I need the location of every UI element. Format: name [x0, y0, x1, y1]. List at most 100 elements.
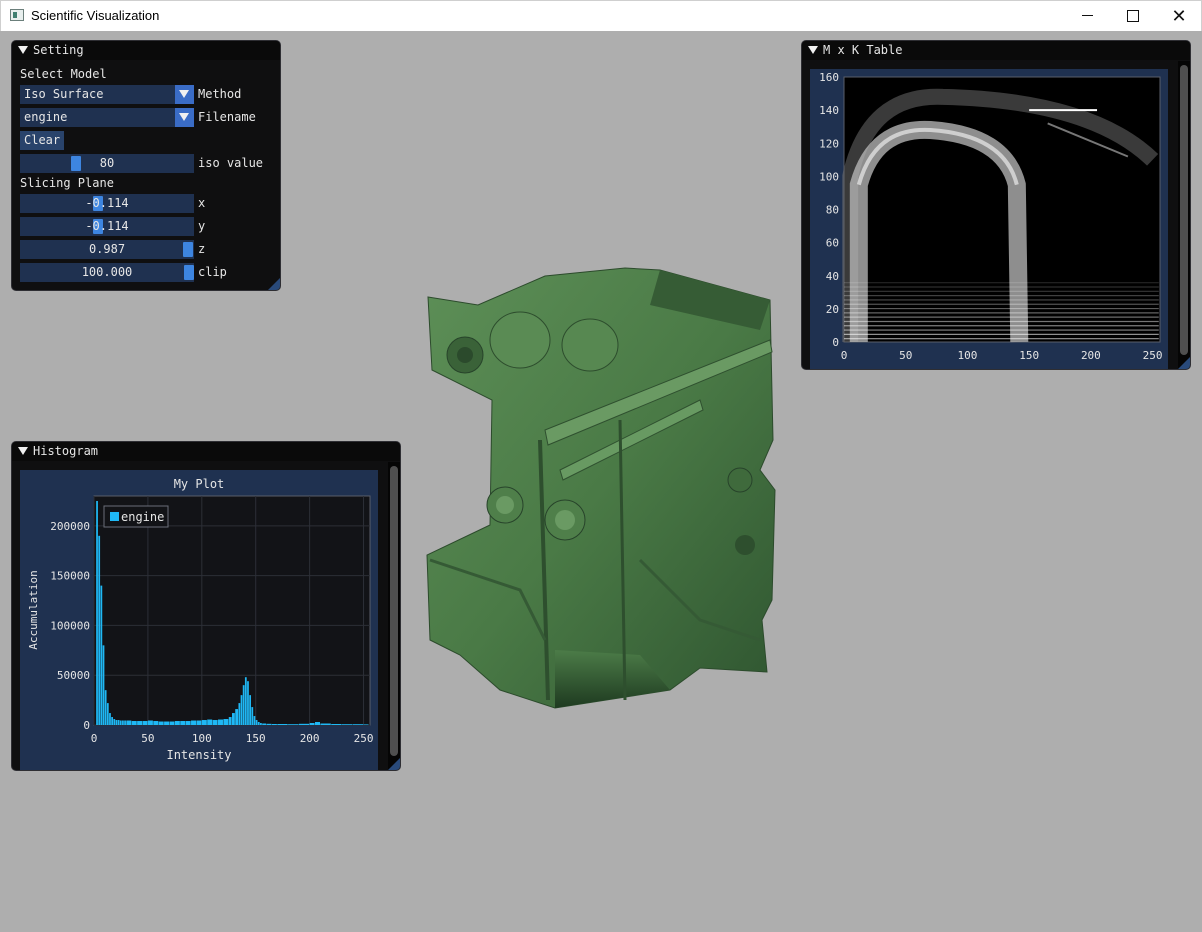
mk-table-scroll-thumb[interactable]	[1180, 65, 1188, 355]
histogram-bar	[247, 681, 249, 725]
histogram-bar	[223, 719, 229, 725]
mk-table-window-titlebar[interactable]: M x K Table	[802, 41, 1190, 60]
histogram-bar	[185, 721, 191, 725]
histogram-bar	[96, 500, 98, 725]
setting-window[interactable]: Setting Select Model Iso Surface Method …	[11, 40, 281, 291]
y-tick-label: 200000	[50, 520, 90, 533]
filename-combo[interactable]: engine	[20, 108, 194, 127]
histogram-bar	[113, 719, 116, 725]
histogram-bar	[117, 720, 120, 725]
method-combo[interactable]: Iso Surface	[20, 85, 194, 104]
histogram-bar	[100, 585, 103, 725]
clip-label: clip	[198, 265, 227, 279]
minimize-button[interactable]	[1064, 1, 1110, 31]
mk-table-window[interactable]: M x K Table 0 50 100 150 200 250 0 20 40 60 80 100 1…	[801, 40, 1191, 370]
filename-label: Filename	[198, 110, 256, 124]
x-tick-label: 100	[192, 732, 212, 745]
histogram-bar	[109, 713, 111, 725]
histogram-scroll-thumb[interactable]	[390, 466, 398, 756]
collapse-arrow-icon[interactable]	[18, 45, 28, 54]
histogram-scrollbar[interactable]	[388, 462, 400, 770]
resize-grip[interactable]	[268, 278, 280, 290]
y-tick-label: 120	[819, 137, 839, 150]
histogram-bar	[147, 720, 153, 725]
histogram-bar	[124, 720, 126, 725]
slice-x-slider[interactable]: -0.114	[20, 194, 194, 213]
histogram-bar	[131, 721, 137, 725]
histogram-bar	[277, 724, 288, 725]
histogram-bar	[363, 724, 369, 725]
iso-value-slider[interactable]: 80	[20, 154, 194, 173]
close-button[interactable]: ✕	[1156, 1, 1202, 31]
histogram-bar	[266, 723, 272, 725]
y-tick-label: 80	[826, 204, 839, 217]
select-model-label: Select Model	[20, 67, 107, 81]
slice-y-label: y	[198, 219, 206, 233]
histogram-bar	[262, 723, 267, 725]
x-tick-label: 100	[958, 349, 978, 362]
x-tick-label: 50	[141, 732, 154, 745]
x-tick-label: 0	[91, 732, 98, 745]
x-tick-label: 0	[841, 349, 848, 362]
setting-window-title: Setting	[33, 43, 84, 57]
slice-z-slider[interactable]: 0.987	[20, 240, 194, 259]
histogram-window[interactable]: Histogram My Plot Intensity Accumulation…	[11, 441, 401, 771]
method-combo-arrow[interactable]	[175, 85, 194, 104]
clip-value: 100.000	[81, 265, 133, 279]
mk-table-plot[interactable]: 0 50 100 150 200 250 0 20 40 60 80 100 120 140 160	[810, 69, 1168, 369]
filename-combo-value: engine	[24, 110, 68, 124]
histogram-bar	[122, 720, 124, 725]
chevron-down-icon	[179, 113, 189, 121]
histogram-bar	[244, 677, 247, 725]
method-combo-value: Iso Surface	[24, 87, 104, 101]
clear-button[interactable]: Clear	[20, 131, 65, 150]
histogram-bar	[174, 721, 180, 725]
histogram-bar	[257, 722, 260, 725]
chevron-down-icon	[179, 90, 189, 98]
collapse-arrow-icon[interactable]	[808, 45, 818, 54]
histogram-bar	[158, 721, 164, 725]
histogram-bar	[142, 721, 148, 725]
histogram-bar	[212, 720, 218, 725]
window-title: Scientific Visualization	[31, 8, 160, 23]
histogram-bar	[352, 724, 364, 725]
histogram-bar	[106, 703, 109, 725]
maximize-button[interactable]	[1110, 1, 1156, 31]
histogram-bar	[102, 645, 105, 725]
histogram-bar	[164, 721, 170, 725]
histogram-bar	[196, 720, 202, 725]
slice-y-slider[interactable]: -0.114	[20, 217, 194, 236]
histogram-bar	[137, 721, 143, 725]
histogram-bar	[309, 723, 315, 725]
y-tick-label: 140	[819, 104, 839, 117]
histogram-bar	[271, 724, 277, 725]
y-tick-label: 0	[832, 336, 839, 349]
histogram-bar	[251, 707, 254, 725]
x-tick-label: 250	[1143, 349, 1163, 362]
histogram-bar	[260, 723, 262, 725]
histogram-bar	[315, 722, 321, 725]
histogram-bar	[111, 717, 114, 725]
histogram-bar	[115, 720, 118, 725]
histogram-bar	[217, 719, 223, 725]
x-tick-label: 150	[1019, 349, 1039, 362]
clip-slider[interactable]: 100.000	[20, 263, 194, 282]
histogram-bar	[169, 721, 175, 725]
histogram-plot[interactable]: My Plot Intensity Accumulation 0 50 100 150…	[20, 470, 378, 770]
histogram-bar	[298, 723, 310, 725]
y-tick-label: 0	[83, 719, 90, 732]
resize-grip[interactable]	[388, 758, 400, 770]
y-tick-label: 150000	[50, 570, 90, 583]
histogram-bar	[320, 723, 331, 725]
histogram-bar	[288, 724, 299, 725]
resize-grip[interactable]	[1178, 357, 1190, 369]
x-tick-label: 200	[1081, 349, 1101, 362]
mk-table-scrollbar[interactable]	[1178, 61, 1190, 369]
histogram-bar	[119, 720, 122, 725]
histogram-window-titlebar[interactable]: Histogram	[12, 442, 400, 461]
legend-label: engine	[121, 510, 164, 524]
setting-window-titlebar[interactable]: Setting	[12, 41, 280, 60]
collapse-arrow-icon[interactable]	[18, 446, 28, 455]
filename-combo-arrow[interactable]	[175, 108, 194, 127]
minimize-icon	[1081, 15, 1093, 17]
